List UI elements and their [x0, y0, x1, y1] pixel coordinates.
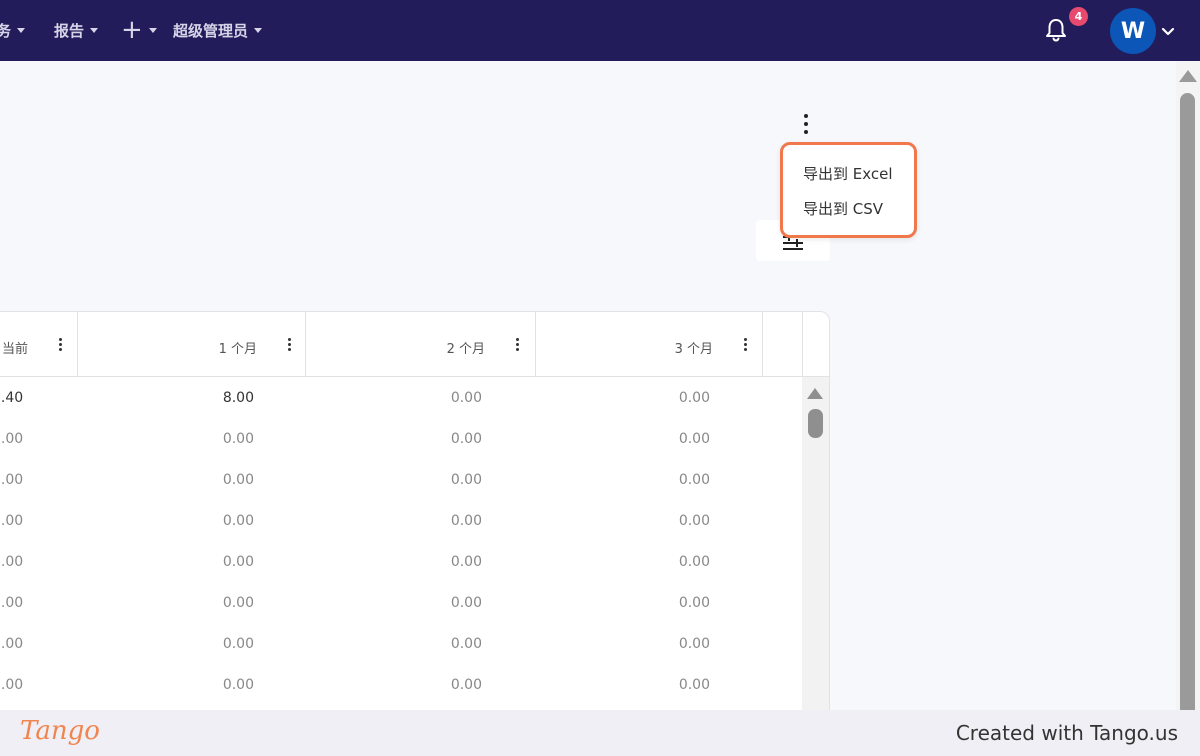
scroll-up-arrow-icon[interactable]: [1179, 70, 1197, 82]
menu-item-export-excel[interactable]: 导出到 Excel: [803, 163, 893, 184]
caret-down-icon: [90, 27, 99, 33]
menu-item-export-csv[interactable]: 导出到 CSV: [803, 198, 883, 219]
table-cell: 0.00: [0, 677, 24, 693]
column-header-1-month[interactable]: 1 个月: [78, 312, 306, 377]
column-header-label: 当前: [2, 342, 29, 357]
table-scrollbar[interactable]: [802, 377, 829, 710]
column-menu-icon[interactable]: [742, 338, 748, 351]
created-with-credit: Created with Tango.us: [955, 721, 1178, 745]
table-scrollbar-thumb[interactable]: [808, 409, 823, 438]
table-cell: 0.00: [222, 472, 254, 488]
table-cell: 0.00: [0, 595, 24, 611]
table-cell: 8.00: [222, 390, 254, 406]
column-menu-icon[interactable]: [514, 338, 520, 351]
table-cell: 0.00: [222, 431, 254, 447]
table-cell: 0.00: [0, 513, 24, 529]
top-navigation-bar: 务 报告 + 超级管理员 4 W: [0, 0, 1200, 61]
tango-logo: Tango: [20, 716, 100, 746]
column-header-current[interactable]: 当前: [0, 312, 78, 377]
caret-down-icon: [17, 27, 26, 33]
table-cell: 0.00: [678, 677, 710, 693]
notification-badge: 4: [1069, 7, 1088, 26]
table-cell: 0.00: [450, 677, 482, 693]
column-header-spacer: [763, 312, 803, 377]
column-header-label: 2 个月: [446, 342, 485, 357]
column-header-label: 3 个月: [674, 342, 713, 357]
user-avatar[interactable]: W: [1110, 8, 1156, 54]
column-header-2-month[interactable]: 2 个月: [306, 312, 536, 377]
export-dropdown-menu: 导出到 Excel 导出到 CSV: [780, 142, 917, 238]
page-scrollbar-thumb[interactable]: [1180, 93, 1195, 723]
more-options-icon[interactable]: [797, 112, 815, 136]
table-cell: 0.00: [222, 595, 254, 611]
table-cell: 0.00: [450, 554, 482, 570]
table-cell: 0.00: [0, 431, 24, 447]
column-header-3-month[interactable]: 3 个月: [536, 312, 763, 377]
table-cell: 0.00: [678, 595, 710, 611]
table-cell: 0.00: [450, 595, 482, 611]
column-menu-icon[interactable]: [57, 338, 63, 351]
column-menu-icon[interactable]: [286, 338, 292, 351]
table-cell: 0.00: [450, 636, 482, 652]
nav-item-tasks[interactable]: 务: [0, 18, 26, 42]
table-cell: 0.00: [678, 513, 710, 529]
table-cell: 0.00: [678, 390, 710, 406]
table-cell: 0.00: [222, 677, 254, 693]
scroll-up-arrow-icon[interactable]: [807, 388, 823, 399]
table-cell: 0.00: [450, 431, 482, 447]
caret-down-icon: [254, 27, 263, 33]
tango-footer: Tango Created with Tango.us: [0, 710, 1200, 756]
table-cell: 0.00: [222, 554, 254, 570]
plus-icon: +: [121, 15, 143, 45]
column-header-label: 1 个月: [218, 342, 257, 357]
table-cell: 0.00: [450, 472, 482, 488]
nav-item-reports[interactable]: 报告: [54, 18, 99, 42]
table-cell: 0.00: [0, 636, 24, 652]
table-cell: 0.00: [450, 390, 482, 406]
table-cell: 0.00: [678, 472, 710, 488]
caret-down-icon: [148, 27, 157, 33]
table-cell: 0.00: [678, 636, 710, 652]
table-cell: 0.00: [0, 472, 24, 488]
table-header: 当前 1 个月 2 个月 3 个月: [0, 312, 829, 377]
page-scrollbar[interactable]: [1176, 61, 1200, 723]
nav-item-super-admin-label: 超级管理员: [173, 21, 249, 40]
bell-icon[interactable]: [1042, 16, 1070, 44]
table-cell: 0.00: [450, 513, 482, 529]
data-table: 当前 1 个月 2 个月 3 个月 3.40 8.00 0.00 0.00 0.00 0.…: [0, 311, 830, 711]
table-cell: 0.00: [678, 554, 710, 570]
chevron-down-icon[interactable]: [1161, 24, 1175, 38]
table-cell: 0.00: [678, 431, 710, 447]
table-cell: 0.00: [222, 636, 254, 652]
table-cell: 0.00: [0, 554, 24, 570]
table-cell: 0.00: [222, 513, 254, 529]
table-cell: 3.40: [0, 390, 24, 406]
nav-item-super-admin[interactable]: 超级管理员: [173, 18, 263, 42]
nav-item-add[interactable]: +: [121, 15, 157, 45]
nav-item-reports-label: 报告: [54, 21, 85, 40]
nav-item-tasks-label: 务: [0, 21, 12, 40]
